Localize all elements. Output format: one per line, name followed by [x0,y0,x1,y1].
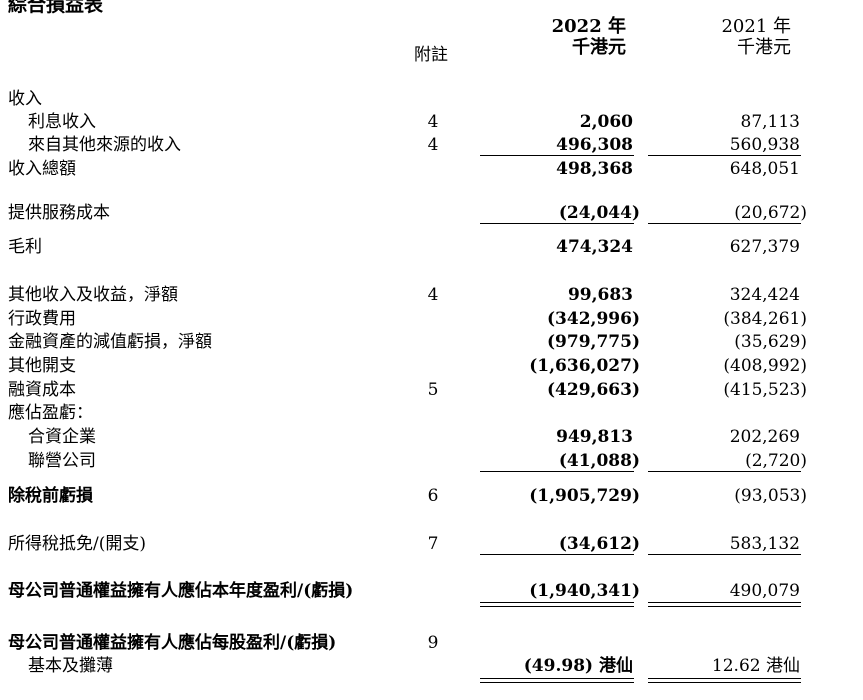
row-note-finance-costs: 5 [427,380,439,400]
row-note-income-tax: 7 [427,534,439,554]
row-value-2022-profit-for-year: (1,940,341) [529,581,640,601]
double-underline-2021 [648,678,801,679]
column-header-note: 附註 [414,45,448,65]
row-value-2021-finance-costs: (415,523) [723,380,807,400]
row-value-2022-finance-costs: (429,663) [547,380,640,400]
row-label-joint-ventures: 合資企業 [28,427,96,447]
row-label-other-expenses: 其他開支 [8,356,76,376]
row-value-2021-interest-income: 87,113 [740,112,800,132]
row-value-2022-admin-expenses: (342,996) [547,309,640,329]
row-label-finance-costs: 融資成本 [8,380,76,400]
row-value-2021-income-tax: 583,132 [729,534,800,554]
row-value-2021-admin-expenses: (384,261) [723,309,807,329]
row-label-basic-diluted: 基本及攤薄 [28,656,113,676]
row-value-2021-profit-for-year: 490,079 [729,581,800,601]
underline-2021 [648,155,801,156]
row-label-other-sources-income: 來自其他來源的收入 [28,135,181,155]
row-value-2022-gross-profit: 474,324 [556,237,633,257]
row-value-2022-joint-ventures: 949,813 [556,427,633,447]
underline-2022 [480,471,634,472]
underline-2022 [480,554,634,555]
row-value-2022-other-income-gains: 99,683 [567,285,633,305]
column-header-2021-year: 2021 年 [721,16,791,37]
row-note-interest-income: 4 [427,112,439,132]
underline-2022 [480,223,634,224]
row-value-2021-basic-diluted: 12.62 港仙 [711,656,800,676]
row-value-2021-gross-profit: 627,379 [729,237,800,257]
row-value-2021-associates: (2,720) [745,451,807,471]
row-value-2021-joint-ventures: 202,269 [729,427,800,447]
underline-2022 [480,155,634,156]
row-value-2022-other-expenses: (1,636,027) [529,356,640,376]
row-value-2021-total-revenue: 648,051 [729,159,800,179]
double-underline-2022 [480,606,634,607]
row-value-2022-income-tax: (34,612) [558,534,640,554]
double-underline-2022 [480,678,634,679]
row-label-gross-profit: 毛利 [8,237,42,257]
statement-title: 綜合損益表 [8,0,104,16]
row-note-loss-before-tax: 6 [427,486,439,506]
row-value-2021-other-expenses: (408,992) [723,356,807,376]
column-header-2021-unit: 千港元 [737,37,791,58]
underline-2021 [648,471,801,472]
row-label-cost-of-services: 提供服務成本 [8,203,110,223]
row-label-interest-income: 利息收入 [28,112,96,132]
row-note-other-income-gains: 4 [427,285,439,305]
row-value-2022-cost-of-services: (24,044) [558,203,640,223]
row-value-2022-impairment-losses: (979,775) [547,332,640,352]
row-label-income-tax: 所得稅抵免/(開支) [8,534,146,554]
double-underline-2021 [648,682,801,683]
row-label-revenue: 收入 [8,89,42,109]
row-label-impairment-losses: 金融資產的減值虧損，淨額 [8,332,212,352]
underline-2021 [648,554,801,555]
double-underline-2021 [648,602,801,603]
row-label-share-of-profits: 應佔盈虧： [8,403,93,423]
row-value-2022-total-revenue: 498,368 [556,159,633,179]
row-label-profit-for-year: 母公司普通權益擁有人應佔本年度盈利/(虧損) [8,581,354,601]
row-value-2021-impairment-losses: (35,629) [734,332,807,352]
underline-2021 [648,223,801,224]
row-value-2022-other-sources-income: 496,308 [556,135,633,155]
row-value-2021-cost-of-services: (20,672) [734,203,807,223]
row-label-other-income-gains: 其他收入及收益，淨額 [8,285,178,305]
row-value-2021-other-income-gains: 324,424 [729,285,800,305]
row-label-earnings-per-share: 母公司普通權益擁有人應佔每股盈利/(虧損) [8,633,337,653]
row-note-earnings-per-share: 9 [427,633,439,653]
row-value-2021-loss-before-tax: (93,053) [734,486,807,506]
double-underline-2022 [480,602,634,603]
row-note-other-sources-income: 4 [427,135,439,155]
column-header-2022-unit: 千港元 [572,37,626,58]
double-underline-2022 [480,682,634,683]
column-header-2022-year: 2022 年 [551,16,626,37]
double-underline-2021 [648,606,801,607]
row-value-2022-loss-before-tax: (1,905,729) [529,486,640,506]
row-label-loss-before-tax: 除稅前虧損 [8,486,93,506]
row-value-2022-associates: (41,088) [558,451,640,471]
row-value-2021-other-sources-income: 560,938 [729,135,800,155]
row-label-total-revenue: 收入總額 [8,159,76,179]
row-value-2022-interest-income: 2,060 [579,112,633,132]
row-label-admin-expenses: 行政費用 [8,309,76,329]
row-label-associates: 聯營公司 [28,451,96,471]
row-value-2022-basic-diluted: (49.98) 港仙 [523,656,633,676]
